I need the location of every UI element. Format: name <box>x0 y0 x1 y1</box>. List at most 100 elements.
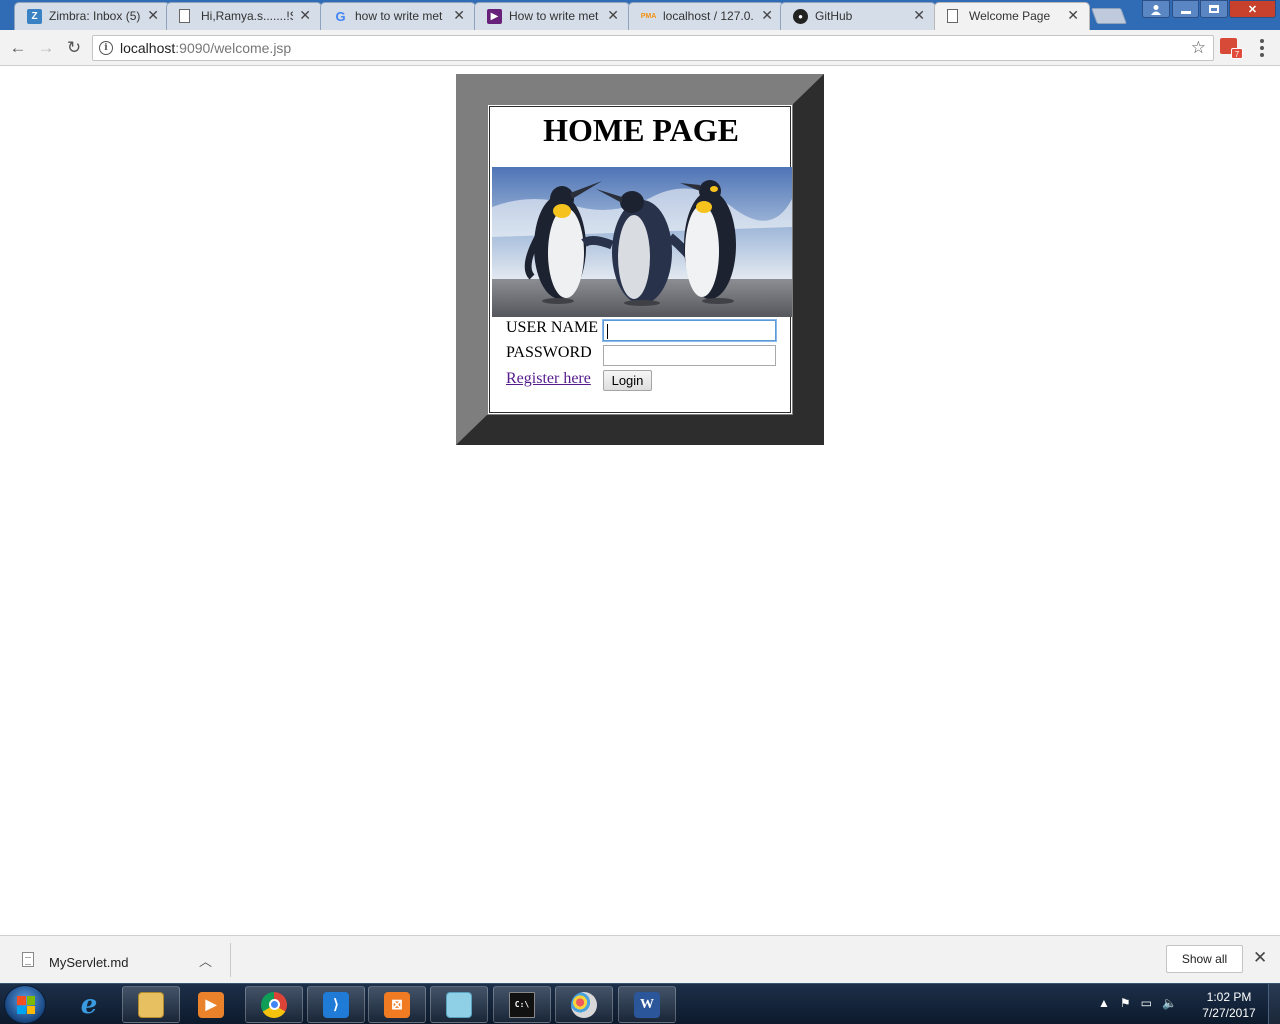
page-icon <box>179 9 190 23</box>
close-icon[interactable]: ✕ <box>299 8 311 22</box>
page-title: HOME PAGE <box>543 112 739 148</box>
visualstudio-icon: ▶ <box>487 9 502 24</box>
taskbar-app[interactable]: W <box>618 986 676 1023</box>
close-icon[interactable]: ✕ <box>913 8 925 22</box>
word-icon: W <box>634 991 660 1018</box>
tab-welcome-page[interactable]: Welcome Page ✕ <box>934 2 1090 30</box>
minimize-button[interactable] <box>1172 0 1199 18</box>
reload-button[interactable]: ↻ <box>63 37 85 59</box>
phpmyadmin-icon: PMA <box>640 13 657 20</box>
download-bar: MyServlet.md ︿ Show all ✕ <box>0 935 1280 983</box>
taskbar-app[interactable] <box>245 986 303 1023</box>
tab-title: Hi,Ramya.s.......!Se <box>201 9 293 23</box>
notepad-icon <box>446 991 472 1018</box>
tab-title: localhost / 127.0. <box>663 9 754 23</box>
clock-date: 7/27/2017 <box>1202 1006 1256 1020</box>
zimbra-icon: Z <box>27 9 42 24</box>
password-input[interactable] <box>603 345 776 366</box>
restore-icon <box>1209 5 1219 13</box>
password-label: PASSWORD <box>506 344 592 361</box>
page-icon <box>947 9 958 23</box>
tab-hi-ramya[interactable]: Hi,Ramya.s.......!Se ✕ <box>166 2 322 30</box>
forward-arrow-icon: → <box>37 38 55 57</box>
back-arrow-icon: ← <box>9 38 27 57</box>
taskbar-app[interactable] <box>122 986 180 1023</box>
window-close-button[interactable]: ✕ <box>1229 0 1276 18</box>
clock-time: 1:02 PM <box>1206 990 1252 1004</box>
user-profile-button[interactable] <box>1142 0 1170 18</box>
taskbar-app[interactable]: ⊠ <box>368 986 426 1023</box>
bookmark-star-icon[interactable]: ☆ <box>1191 38 1206 58</box>
file-explorer-icon <box>138 991 164 1018</box>
tab-title: how to write met <box>355 9 443 23</box>
tab-visualstudio[interactable]: ▶ How to write met ✕ <box>474 2 630 30</box>
username-input[interactable] <box>603 320 776 341</box>
close-icon[interactable]: ✕ <box>147 8 159 22</box>
volume-icon[interactable]: 🔈 <box>1162 996 1177 1010</box>
taskbar-app[interactable]: C:\ <box>493 986 551 1023</box>
windows-taskbar: e ▶ ⟩ ⊠ C:\ W ▲ ⚑ ▭ 🔈 1:02 PM 7/27/2017 <box>0 983 1280 1024</box>
back-button[interactable]: ← <box>7 37 29 59</box>
reload-icon: ↻ <box>66 38 82 57</box>
text-caret <box>607 324 608 339</box>
penguins-image <box>492 167 792 317</box>
minimize-icon <box>1180 10 1191 14</box>
menu-dots-icon[interactable] <box>1256 39 1268 57</box>
tab-title: Zimbra: Inbox (5) <box>49 9 141 23</box>
chevron-up-icon[interactable]: ︿ <box>199 951 212 970</box>
divider <box>230 943 231 977</box>
browser-toolbar: ← → ↻ i localhost:9090/welcome.jsp ☆ 7 <box>0 30 1280 66</box>
login-panel-inner: HOME PAGE USER NAME PASSWORD Register he… <box>489 106 792 413</box>
tab-github[interactable]: ● GitHub ✕ <box>780 2 936 30</box>
close-icon[interactable]: ✕ <box>607 8 619 22</box>
windows-logo-icon <box>17 996 35 1014</box>
info-icon[interactable]: i <box>99 41 113 55</box>
username-label: USER NAME <box>506 319 599 336</box>
new-tab-button[interactable] <box>1091 8 1127 24</box>
action-center-flag-icon[interactable]: ⚑ <box>1120 996 1131 1010</box>
taskbar-app[interactable]: ▶ <box>182 986 240 1023</box>
restore-button[interactable] <box>1200 0 1228 18</box>
google-icon: G <box>335 9 346 24</box>
close-icon[interactable]: ✕ <box>1067 8 1079 22</box>
login-frame: HOME PAGE USER NAME PASSWORD Register he… <box>456 74 824 445</box>
close-icon[interactable]: ✕ <box>761 8 773 22</box>
visual-studio-code-icon: ⟩ <box>323 991 349 1018</box>
tab-title: GitHub <box>815 9 853 23</box>
xampp-icon: ⊠ <box>384 991 410 1018</box>
taskbar-clock[interactable]: 1:02 PM 7/27/2017 <box>1196 989 1262 1021</box>
address-bar[interactable]: i localhost:9090/welcome.jsp ☆ <box>92 35 1214 61</box>
tab-phpmyadmin[interactable]: PMA localhost / 127.0. ✕ <box>628 2 784 30</box>
taskbar-app[interactable] <box>430 986 488 1023</box>
taskbar-app[interactable] <box>555 986 613 1023</box>
download-file-name[interactable]: MyServlet.md <box>49 955 128 970</box>
close-icon[interactable]: ✕ <box>453 8 465 22</box>
internet-explorer-icon: e <box>80 989 98 1020</box>
start-button[interactable] <box>4 985 46 1024</box>
taskbar-app[interactable]: ⟩ <box>307 986 365 1023</box>
user-icon <box>1151 4 1161 15</box>
close-icon: ✕ <box>1247 3 1258 16</box>
tab-zimbra[interactable]: Z Zimbra: Inbox (5) ✕ <box>14 2 170 30</box>
system-tray: ▲ ⚑ ▭ 🔈 <box>1098 996 1177 1010</box>
close-icon[interactable]: ✕ <box>1253 948 1267 968</box>
extension-badge: 7 <box>1231 48 1243 59</box>
file-icon <box>22 952 34 967</box>
github-icon: ● <box>793 9 808 24</box>
media-player-icon: ▶ <box>198 991 224 1018</box>
tab-title: How to write met <box>509 9 599 23</box>
register-link[interactable]: Register here <box>506 370 591 388</box>
login-button[interactable]: Login <box>603 370 652 391</box>
taskbar-app[interactable]: e <box>60 986 118 1023</box>
tab-google-search[interactable]: G how to write met ✕ <box>320 2 476 30</box>
url-path: :9090/welcome.jsp <box>175 40 292 56</box>
show-all-button[interactable]: Show all <box>1166 945 1243 973</box>
url-host: localhost <box>120 40 176 56</box>
network-icon[interactable]: ▭ <box>1141 996 1152 1010</box>
command-prompt-icon: C:\ <box>509 991 535 1018</box>
forward-button[interactable]: → <box>35 37 57 59</box>
show-desktop-button[interactable] <box>1268 984 1280 1024</box>
chrome-icon <box>261 991 287 1018</box>
show-hidden-icons-icon[interactable]: ▲ <box>1098 996 1110 1010</box>
extension-button[interactable]: 7 <box>1220 37 1243 59</box>
